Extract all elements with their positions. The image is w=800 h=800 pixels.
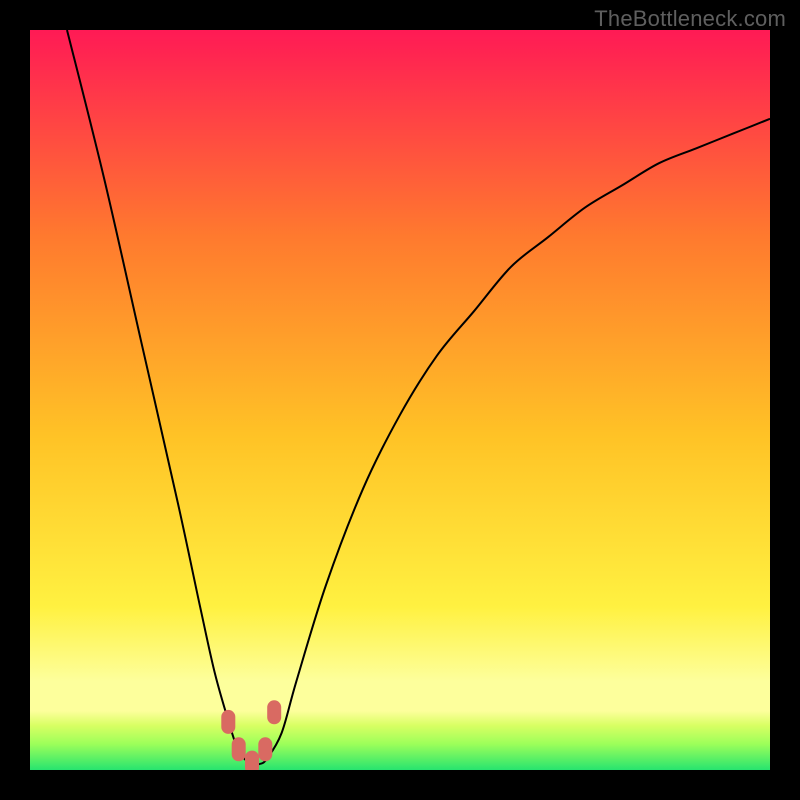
plot-area bbox=[30, 30, 770, 770]
marker-pill bbox=[221, 710, 235, 734]
chart-frame: TheBottleneck.com bbox=[0, 0, 800, 800]
marker-pill bbox=[232, 737, 246, 761]
minimum-markers bbox=[221, 700, 281, 770]
curve-layer bbox=[30, 30, 770, 770]
bottleneck-curve bbox=[67, 30, 770, 765]
watermark-text: TheBottleneck.com bbox=[594, 6, 786, 32]
marker-pill bbox=[258, 737, 272, 761]
marker-pill bbox=[245, 751, 259, 770]
marker-pill bbox=[267, 700, 281, 724]
